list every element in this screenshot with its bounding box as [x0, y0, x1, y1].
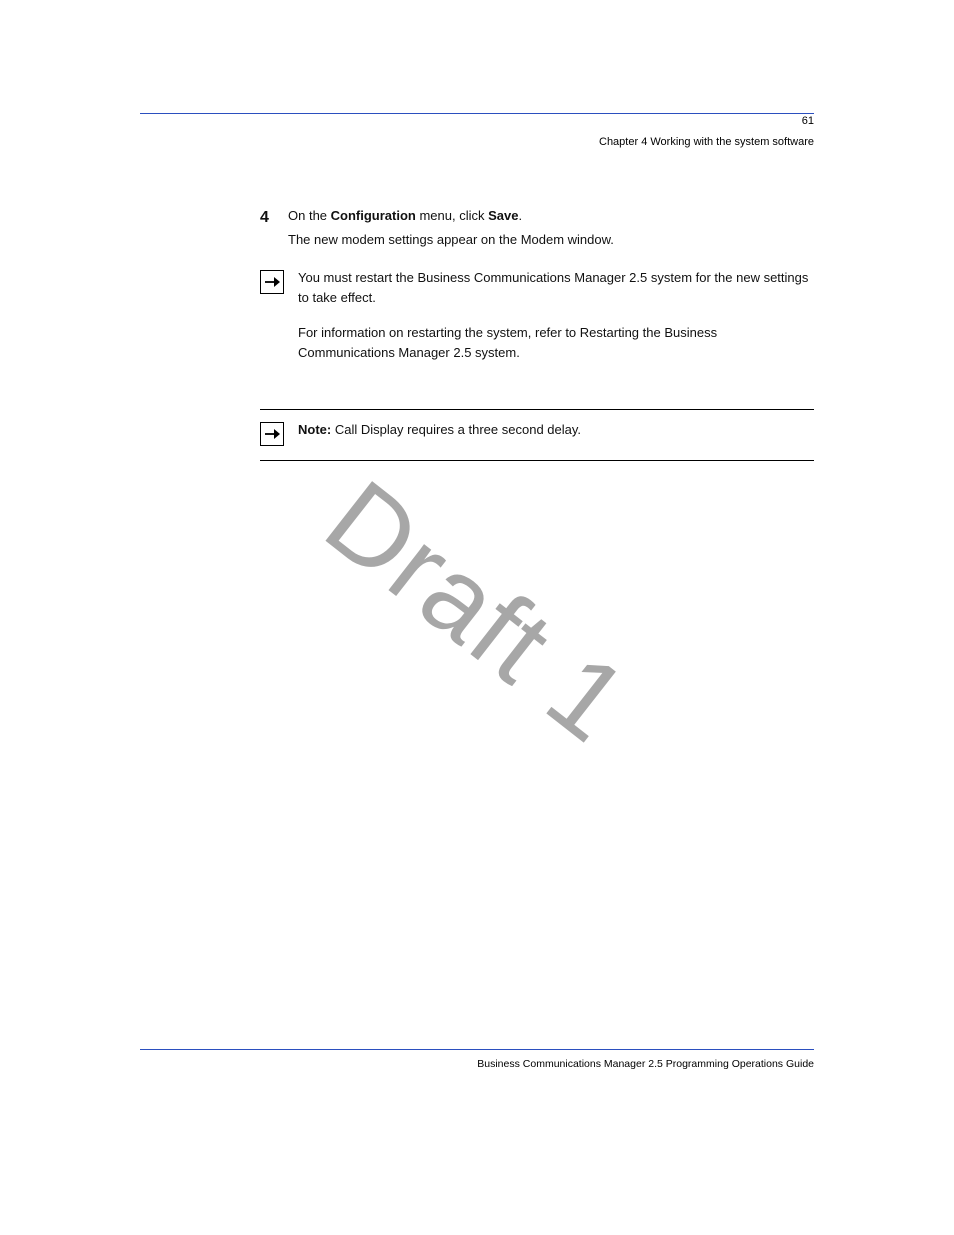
page-footer: Business Communications Manager 2.5 Prog… — [140, 1049, 814, 1070]
step-4-row: 4 On the Configuration menu, click Save.… — [260, 206, 814, 250]
step-number: 4 — [260, 206, 274, 231]
arrow-right-icon — [260, 270, 284, 294]
chapter-title: Chapter 4 Working with the system softwa… — [599, 136, 814, 148]
step-subtext: The new modem settings appear on the Mod… — [288, 230, 814, 250]
arrow-right-icon — [260, 422, 284, 446]
page-number: 61 — [802, 113, 814, 130]
footer-divider — [140, 1049, 814, 1050]
note-label: Note: — [298, 422, 331, 437]
note-text: Note: Call Display requires a three seco… — [298, 420, 581, 440]
note-body: Call Display requires a three second del… — [335, 422, 581, 437]
step-heading-bold-2: Save — [488, 208, 518, 223]
restart-info-para: You must restart the Business Communicat… — [298, 268, 814, 308]
restart-link-prefix: For information on restarting the system… — [298, 325, 580, 340]
step-heading-mid: menu, click — [416, 208, 488, 223]
watermark-text: Draft 1 — [302, 455, 651, 767]
footer-text: Business Communications Manager 2.5 Prog… — [140, 1058, 814, 1070]
step-heading-bold-1: Configuration — [331, 208, 416, 223]
restart-link-suffix: . — [516, 345, 520, 360]
note-row-1: You must restart the Business Communicat… — [260, 268, 814, 377]
restart-link-para: For information on restarting the system… — [298, 323, 814, 363]
step-heading-prefix: On the — [288, 208, 331, 223]
step-heading-end: . — [518, 208, 522, 223]
main-content: 4 On the Configuration menu, click Save.… — [140, 178, 814, 461]
note-block: Note: Call Display requires a three seco… — [260, 409, 814, 461]
page-header: 61 Chapter 4 Working with the system sof… — [140, 113, 814, 178]
step-heading: On the Configuration menu, click Save. — [288, 206, 814, 226]
